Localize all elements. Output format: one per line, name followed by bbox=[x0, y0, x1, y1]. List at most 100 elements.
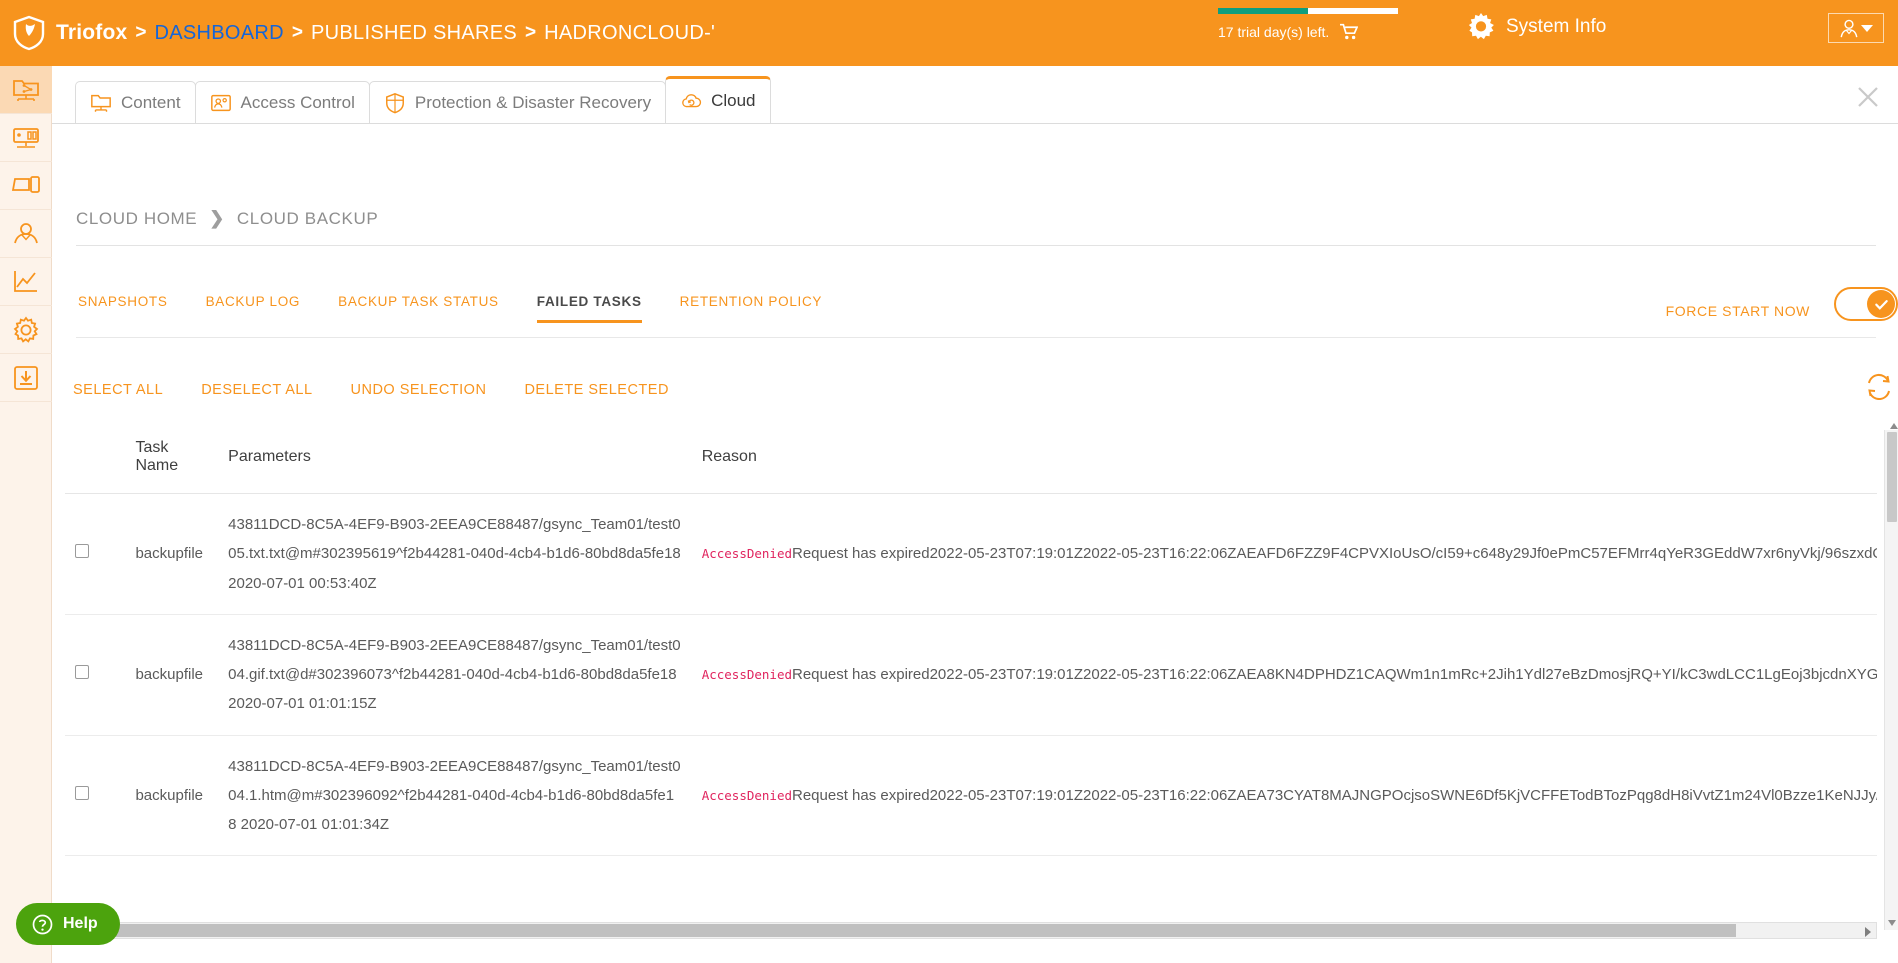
system-info-button[interactable]: System Info bbox=[1467, 13, 1606, 41]
subtab-retention-policy[interactable]: RETENTION POLICY bbox=[680, 294, 822, 320]
reason-detail: Request has expired2022-05-23T07:19:01Z2… bbox=[792, 786, 1877, 804]
deselect-all-button[interactable]: DESELECT ALL bbox=[193, 378, 320, 402]
row-reason: AccessDeniedRequest has expired2022-05-2… bbox=[691, 614, 1877, 736]
tab-access-control-label: Access Control bbox=[240, 92, 355, 112]
chevron-up-icon[interactable] bbox=[1890, 423, 1898, 429]
tab-protection-label: Protection & Disaster Recovery bbox=[414, 92, 652, 112]
tab-cloud[interactable]: Cloud bbox=[665, 76, 771, 123]
tab-content[interactable]: Content bbox=[75, 81, 196, 123]
refresh-sync-icon[interactable] bbox=[1864, 372, 1894, 400]
row-reason: AccessDeniedRequest has expired2022-05-2… bbox=[691, 493, 1877, 615]
bulk-actions-bar: SELECT ALL DESELECT ALL UNDO SELECTION D… bbox=[65, 378, 699, 402]
th-checkbox bbox=[65, 431, 126, 494]
table-row[interactable]: backupfile 43811DCD-8C5A-4EF9-B903-2EEA9… bbox=[65, 614, 1877, 736]
shield-icon bbox=[385, 92, 404, 113]
sidebar-item-downloads[interactable] bbox=[0, 354, 52, 402]
th-task-name: Task Name bbox=[125, 431, 219, 494]
reason-detail: Request has expired2022-05-23T07:19:01Z2… bbox=[792, 545, 1877, 563]
row-checkbox[interactable] bbox=[75, 785, 89, 800]
row-checkbox-cell[interactable] bbox=[65, 735, 126, 857]
left-sidebar bbox=[0, 66, 52, 963]
subtab-backup-task-status[interactable]: BACKUP TASK STATUS bbox=[338, 294, 499, 320]
breadcrumb-published-shares[interactable]: PUBLISHED SHARES bbox=[311, 22, 517, 45]
breadcrumb: CLOUD HOME ❯ CLOUD BACKUP bbox=[76, 208, 378, 229]
breadcrumb-separator-3: > bbox=[525, 22, 537, 43]
force-start-toggle[interactable] bbox=[1834, 287, 1898, 321]
gear-icon bbox=[1468, 13, 1494, 40]
breadcrumb-cloud-backup: CLOUD BACKUP bbox=[236, 208, 379, 228]
select-all-button[interactable]: SELECT ALL bbox=[65, 378, 171, 402]
divider-subtabs bbox=[76, 337, 1876, 338]
table-header-row: Task Name Parameters Reason bbox=[65, 431, 1877, 494]
devices-icon bbox=[12, 175, 40, 193]
sidebar-item-users[interactable] bbox=[0, 210, 52, 258]
tab-access-control[interactable]: Access Control bbox=[194, 81, 370, 123]
row-parameters: 43811DCD-8C5A-4EF9-B903-2EEA9CE88487/gsy… bbox=[218, 493, 692, 615]
close-icon[interactable] bbox=[1855, 84, 1881, 110]
sidebar-item-shared-folders[interactable] bbox=[0, 66, 52, 114]
row-checkbox-cell[interactable] bbox=[65, 493, 126, 615]
tab-strip-underline bbox=[52, 123, 1898, 124]
error-code: AccessDenied bbox=[701, 546, 792, 562]
monitor-icon bbox=[13, 127, 39, 148]
horizontal-scrollbar[interactable] bbox=[65, 922, 1877, 939]
trial-progress-bar bbox=[1218, 8, 1398, 14]
row-parameters: 43811DCD-8C5A-4EF9-B903-2EEA9CE88487/gsy… bbox=[218, 614, 692, 736]
folder-share-icon bbox=[91, 94, 111, 112]
brand-name: Triofox bbox=[56, 21, 128, 44]
reason-detail: Request has expired2022-05-23T07:19:01Z2… bbox=[792, 666, 1877, 683]
user-menu-button[interactable] bbox=[1828, 13, 1884, 43]
chevron-down-icon[interactable] bbox=[1888, 920, 1896, 926]
sidebar-item-settings[interactable] bbox=[0, 306, 52, 354]
chevron-right-icon[interactable] bbox=[1865, 927, 1871, 937]
toggle-knob bbox=[1867, 290, 1895, 318]
row-reason: AccessDeniedRequest has expired2022-05-2… bbox=[691, 735, 1877, 857]
table-row[interactable]: backupfile 43811DCD-8C5A-4EF9-B903-2EEA9… bbox=[65, 735, 1877, 857]
tab-protection-disaster-recovery[interactable]: Protection & Disaster Recovery bbox=[368, 81, 667, 123]
sub-tab-bar: SNAPSHOTS BACKUP LOG BACKUP TASK STATUS … bbox=[78, 294, 860, 323]
delete-selected-button[interactable]: DELETE SELECTED bbox=[516, 378, 677, 402]
subtab-snapshots[interactable]: SNAPSHOTS bbox=[78, 294, 168, 320]
undo-selection-button[interactable]: UNDO SELECTION bbox=[343, 378, 495, 402]
row-checkbox-cell[interactable] bbox=[65, 614, 126, 736]
table-row[interactable]: backupfile 43811DCD-8C5A-4EF9-B903-2EEA9… bbox=[65, 493, 1877, 615]
divider-top bbox=[76, 245, 1876, 246]
trial-block: 17 trial day(s) left. bbox=[1218, 8, 1398, 40]
sidebar-item-reports[interactable] bbox=[0, 258, 52, 306]
help-button[interactable]: Help bbox=[16, 903, 120, 945]
breadcrumb-cloud-home[interactable]: CLOUD HOME bbox=[76, 209, 197, 229]
row-checkbox[interactable] bbox=[75, 544, 89, 559]
gear-icon bbox=[13, 315, 39, 343]
shared-folder-icon bbox=[13, 79, 39, 101]
subtab-failed-tasks[interactable]: FAILED TASKS bbox=[536, 294, 642, 323]
sidebar-item-devices[interactable] bbox=[0, 162, 52, 210]
user-avatar-icon bbox=[1840, 19, 1858, 38]
shopping-cart-icon[interactable] bbox=[1339, 23, 1359, 40]
force-start-now-label[interactable]: FORCE START NOW bbox=[1666, 303, 1810, 319]
tab-content-label: Content bbox=[121, 92, 181, 112]
failed-tasks-table: Task Name Parameters Reason backupfile 4… bbox=[65, 431, 1877, 857]
shield-logo bbox=[13, 15, 45, 51]
trial-days-text: 17 trial day(s) left. bbox=[1218, 23, 1330, 40]
error-code: AccessDenied bbox=[701, 667, 792, 682]
horizontal-scrollbar-thumb[interactable] bbox=[84, 924, 1736, 937]
users-permission-icon bbox=[210, 94, 231, 111]
subtab-backup-log[interactable]: BACKUP LOG bbox=[206, 294, 301, 320]
vertical-scrollbar-thumb[interactable] bbox=[1887, 423, 1898, 522]
error-code: AccessDenied bbox=[701, 787, 792, 803]
sidebar-item-dashboard[interactable] bbox=[0, 114, 52, 162]
download-icon bbox=[14, 365, 38, 390]
vertical-scrollbar[interactable] bbox=[1884, 423, 1898, 930]
top-bar: Triofox > DASHBOARD > PUBLISHED SHARES >… bbox=[0, 0, 1898, 66]
row-checkbox[interactable] bbox=[75, 665, 89, 679]
question-circle-icon bbox=[32, 914, 53, 934]
breadcrumb-dashboard[interactable]: DASHBOARD bbox=[155, 22, 284, 45]
tab-strip: Content Access Control Protection & Disa… bbox=[75, 76, 771, 123]
system-info-label: System Info bbox=[1506, 16, 1607, 37]
brand-area[interactable]: Triofox > DASHBOARD > PUBLISHED SHARES >… bbox=[0, 15, 715, 51]
help-label: Help bbox=[63, 915, 98, 932]
row-task-name: backupfile bbox=[125, 735, 219, 857]
th-parameters: Parameters bbox=[218, 431, 692, 494]
cloud-sync-icon bbox=[682, 94, 702, 108]
failed-tasks-table-container[interactable]: Task Name Parameters Reason backupfile 4… bbox=[65, 431, 1877, 931]
